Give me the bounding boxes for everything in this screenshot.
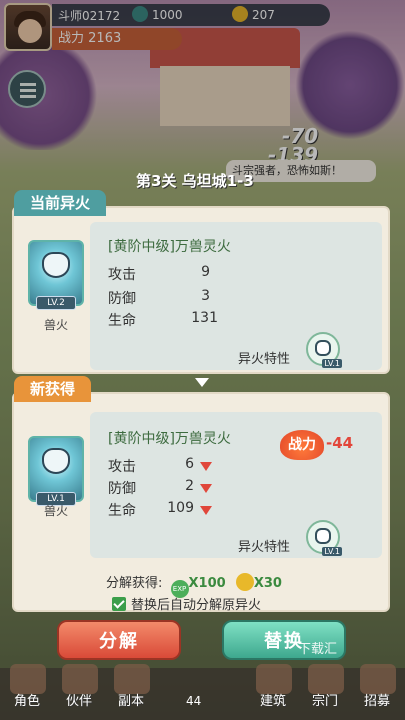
new-fire-card[interactable]: LV.1	[28, 436, 84, 506]
trait-label: 异火特性	[238, 540, 291, 555]
stat-label: 生命	[108, 503, 136, 519]
nav-building[interactable]: 建筑	[260, 690, 286, 709]
fire-name: [黄阶中级]万兽灵火	[108, 431, 231, 447]
fire-level: LV.2	[36, 296, 76, 310]
fire-type-label: 兽火	[44, 504, 69, 518]
power-diff: -44	[326, 434, 354, 452]
trait-icon[interactable]: LV.1	[306, 332, 342, 368]
new-fire-tag: 新获得	[14, 376, 92, 402]
stat-label: 生命	[108, 313, 136, 329]
stat-label: 攻击	[108, 459, 136, 475]
gold-coin-icon	[235, 573, 254, 591]
current-fire-tag: 当前异火	[14, 190, 107, 216]
wolf-fire-icon	[42, 252, 70, 278]
nav-role[interactable]: 角色	[14, 690, 40, 709]
stat-value: 6	[185, 456, 194, 472]
current-fire-panel: 当前异火 LV.2 兽火 [黄阶中级]万兽灵火 攻击 9 防御 3 生命 131…	[12, 190, 390, 374]
nav-partner[interactable]: 伙伴	[66, 690, 92, 709]
stat-value: 9	[201, 264, 210, 280]
trait-icon[interactable]: LV.1	[306, 520, 342, 556]
nav-sect[interactable]: 宗门	[312, 690, 338, 709]
stat-value: 131	[191, 310, 218, 326]
decrease-arrow-icon	[200, 506, 212, 515]
chevron-down-icon	[195, 378, 209, 387]
fire-name: [黄阶中级]万兽灵火	[108, 239, 231, 255]
nav-recruit[interactable]: 招募	[364, 690, 390, 709]
decrease-arrow-icon	[200, 484, 212, 493]
stat-value: 109	[167, 500, 194, 516]
fire-type-label: 兽火	[44, 318, 69, 332]
stamina-counter: 44	[186, 694, 202, 708]
auto-decompose-checkbox[interactable]: 替换后自动分解原异火	[112, 594, 261, 613]
decrease-arrow-icon	[200, 462, 212, 471]
stat-label: 防御	[108, 291, 136, 307]
trait-label: 异火特性	[238, 352, 291, 367]
nav-dungeon[interactable]: 副本	[118, 690, 144, 709]
bottom-nav	[0, 668, 405, 720]
checkbox-icon	[112, 597, 126, 611]
stage-title: 第3关 乌坦城1-3	[136, 172, 254, 190]
decompose-button[interactable]: 分解	[57, 620, 181, 660]
stat-label: 防御	[108, 481, 136, 497]
stat-value: 2	[185, 478, 194, 494]
wolf-fire-icon	[42, 448, 70, 474]
stat-label: 攻击	[108, 267, 136, 283]
stat-value: 3	[201, 288, 210, 304]
power-flame-badge: 战力	[280, 430, 324, 460]
current-fire-card[interactable]: LV.2	[28, 240, 84, 310]
watermark: 下载汇	[298, 642, 338, 657]
